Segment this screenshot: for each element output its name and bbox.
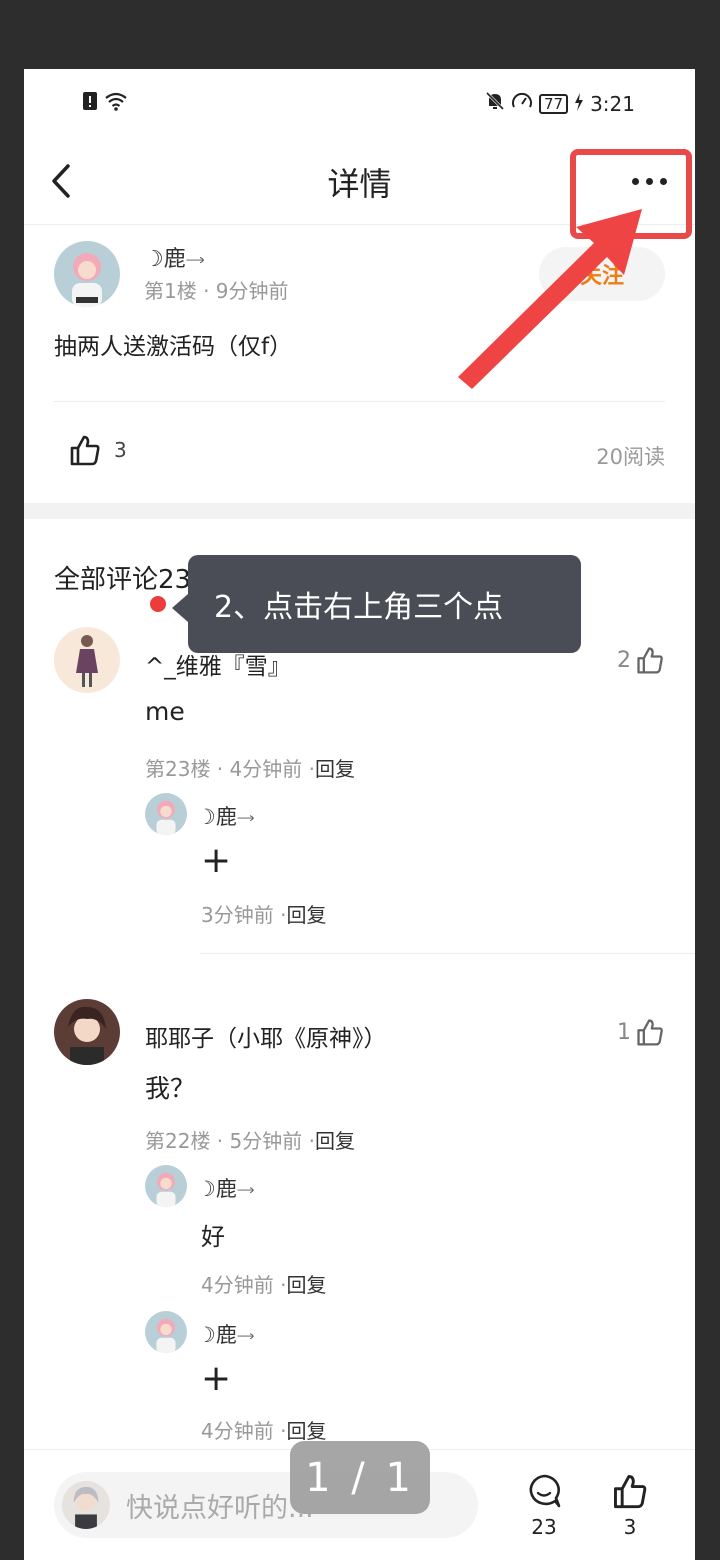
thumbs-up-icon — [70, 435, 100, 466]
phone-screen: 77 3:21 详情 ☽鹿𐃘 第1楼 · 9分钟前 关注 抽两人送激活码（仅f） — [24, 69, 695, 1560]
comment-item: ^_维雅『雪』 2 me 第23楼 · 4分钟前 ·回复 ☽鹿𐃘 + 3分钟前 … — [54, 627, 665, 987]
battery-icon: 77 — [538, 93, 569, 114]
tooltip-pointer — [172, 594, 188, 622]
comment-like-count: 1 — [617, 1019, 631, 1045]
post-like-count: 3 — [114, 438, 127, 462]
replier-avatar[interactable] — [145, 1165, 187, 1207]
speed-gauge-icon — [511, 91, 533, 116]
wifi-icon — [104, 91, 128, 115]
comment-count: 23 — [531, 1515, 557, 1539]
reply-button[interactable]: 回复 — [286, 1419, 326, 1443]
commenter-avatar[interactable] — [54, 999, 120, 1065]
comment-like-count: 2 — [617, 647, 631, 673]
comment-like-button[interactable]: 1 — [617, 1017, 665, 1047]
post-stats: 3 20阅读 — [54, 429, 665, 479]
like-count: 3 — [623, 1515, 637, 1539]
like-action-button[interactable]: 3 — [605, 1472, 655, 1539]
comment-meta: 第23楼 · 4分钟前 ·回复 — [145, 757, 355, 781]
sub-reply: ☽鹿𐃘 + 3分钟前 ·回复 — [145, 793, 665, 933]
read-count: 20阅读 — [596, 445, 665, 469]
author-avatar[interactable] — [54, 241, 120, 307]
indicator-dot — [150, 596, 166, 612]
reply-meta: 4分钟前 ·回复 — [201, 1273, 327, 1297]
page-indicator: 1 / 1 — [290, 1441, 430, 1514]
divider — [200, 953, 695, 954]
reply-text: + — [201, 1358, 232, 1399]
post-floor-time: 第1楼 · 9分钟前 — [144, 279, 289, 303]
pointer-arrow-icon — [458, 209, 642, 389]
charging-icon — [574, 92, 584, 116]
alert-icon — [82, 91, 98, 115]
comment-item: 耶耶子（小耶《原神》） 1 我？ 第22楼 · 5分钟前 ·回复 ☽鹿𐃘 好 4… — [54, 999, 665, 1449]
thumbs-up-icon — [637, 1019, 663, 1046]
comment-text: me — [145, 697, 185, 726]
comment-text: 我？ — [145, 1074, 196, 1103]
post-like-button[interactable]: 3 — [68, 433, 127, 467]
clock-time: 3:21 — [590, 91, 635, 116]
mute-bell-icon — [485, 91, 505, 116]
post-content: 抽两人送激活码（仅f） — [54, 334, 293, 360]
comments-title: 全部评论23 — [54, 565, 192, 595]
my-avatar — [62, 1481, 110, 1529]
sub-reply: ☽鹿𐃘 好 4分钟前 ·回复 — [145, 1165, 665, 1305]
reply-button[interactable]: 回复 — [286, 1273, 326, 1297]
reply-text: + — [201, 840, 232, 881]
reply-meta: 3分钟前 ·回复 — [201, 903, 327, 927]
replier-avatar[interactable] — [145, 793, 187, 835]
reply-button[interactable]: 回复 — [315, 757, 355, 781]
replier-name: ☽鹿𐃘 — [197, 1177, 255, 1201]
author-name: ☽鹿𐃘 — [144, 247, 205, 272]
replier-name: ☽鹿𐃘 — [197, 805, 255, 829]
divider — [54, 401, 665, 402]
comment-like-button[interactable]: 2 — [617, 645, 665, 675]
comment-bubble-icon — [529, 1474, 561, 1508]
comment-meta: 第22楼 · 5分钟前 ·回复 — [145, 1129, 355, 1153]
sub-reply: ☽鹿𐃘 + 4分钟前 ·回复 — [145, 1311, 665, 1451]
input-placeholder: 快说点好听的... — [126, 1493, 314, 1524]
commenter-avatar[interactable] — [54, 627, 120, 693]
guide-tooltip: 2、点击右上角三个点 — [188, 555, 581, 653]
reply-text: 好 — [201, 1223, 225, 1251]
reply-meta: 4分钟前 ·回复 — [201, 1419, 327, 1443]
commenter-name: 耶耶子（小耶《原神》） — [145, 1026, 387, 1052]
replier-avatar[interactable] — [145, 1311, 187, 1353]
status-bar: 77 3:21 — [24, 69, 695, 137]
thumbs-up-icon — [637, 647, 663, 674]
replier-name: ☽鹿𐃘 — [197, 1323, 255, 1347]
thumbs-up-icon — [614, 1475, 647, 1509]
section-separator — [24, 503, 695, 519]
reply-button[interactable]: 回复 — [315, 1129, 355, 1153]
comment-count-button[interactable]: 23 — [519, 1472, 569, 1539]
reply-button[interactable]: 回复 — [286, 903, 326, 927]
